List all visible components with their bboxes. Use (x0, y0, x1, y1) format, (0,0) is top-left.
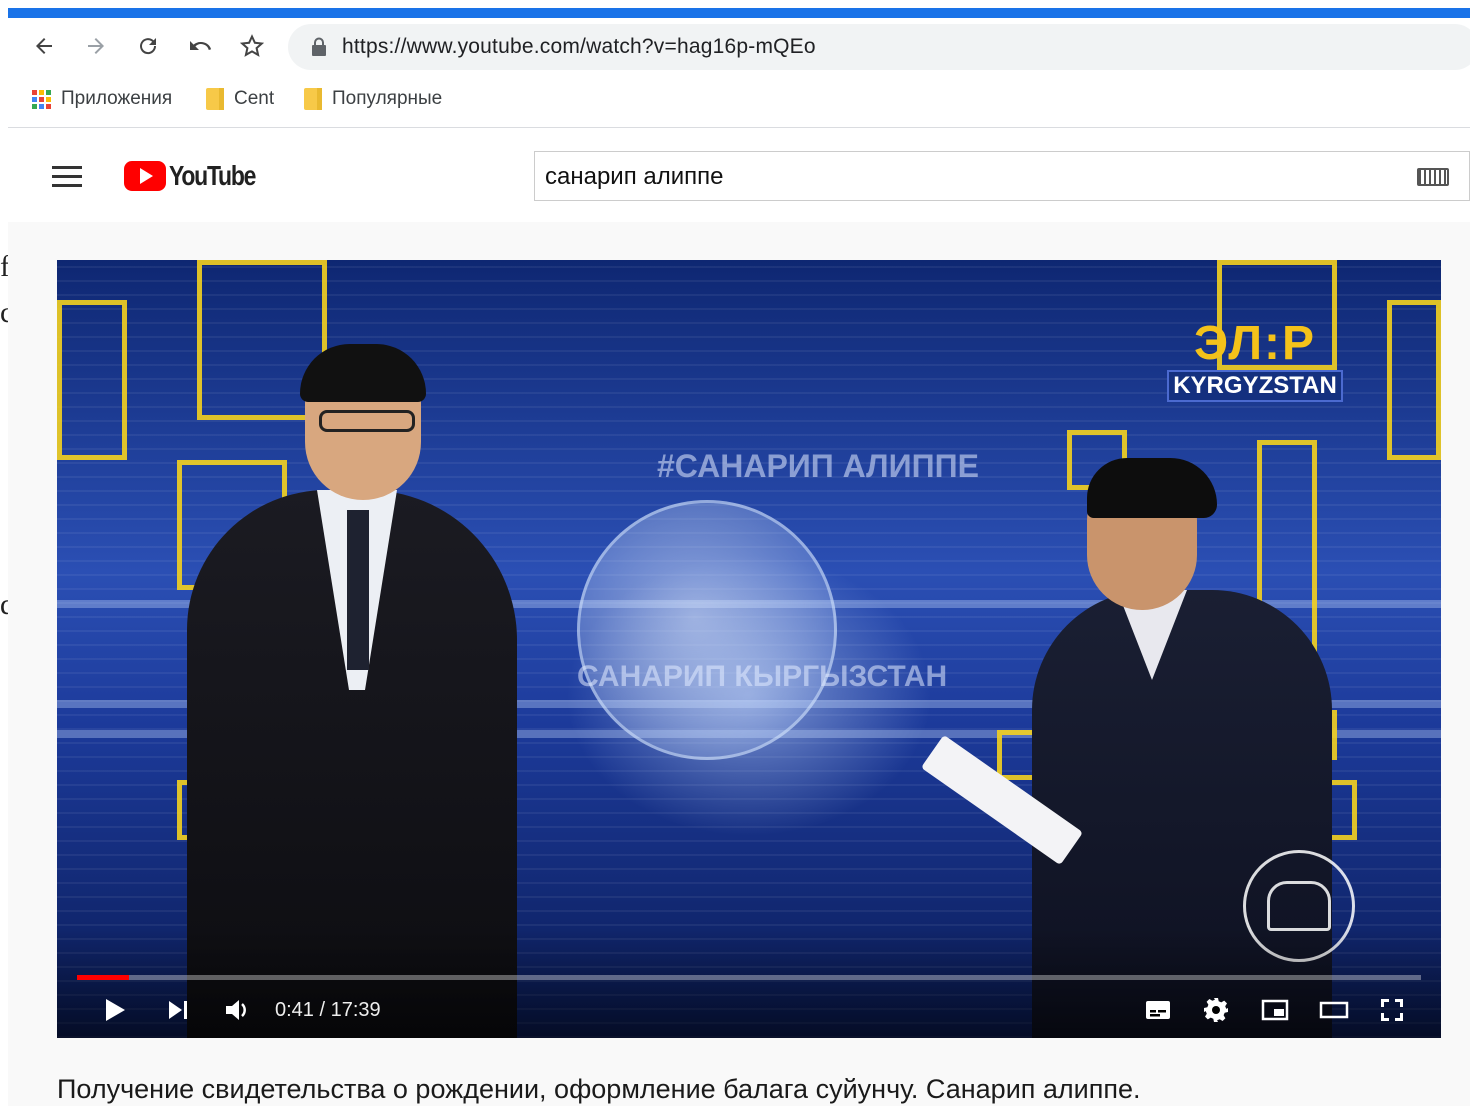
arrow-right-icon (88, 38, 104, 54)
bookmark-label: Приложения (61, 88, 173, 109)
channel-logo: ЭЛ:Р KYRGYZSTAN (1165, 320, 1345, 402)
keyboard-icon[interactable] (1417, 168, 1449, 186)
arrow-left-icon (36, 38, 52, 54)
youtube-header: YouTube санарип алиппе (8, 130, 1470, 222)
miniplayer-button[interactable] (1257, 994, 1293, 1026)
video-title: Получение свидетельства о рождении, офор… (57, 1074, 1141, 1104)
next-button[interactable] (161, 994, 195, 1026)
subtitles-button[interactable] (1141, 994, 1175, 1026)
search-query[interactable]: санарип алиппе (545, 163, 723, 191)
address-bar[interactable]: https://www.youtube.com/watch?v=hag16p-m… (288, 24, 1470, 70)
back-button[interactable] (26, 28, 62, 64)
forward-button[interactable] (78, 28, 114, 64)
folder-icon (206, 88, 224, 110)
play-button[interactable] (97, 994, 131, 1026)
settings-button[interactable] (1199, 994, 1233, 1026)
controls-gradient (57, 928, 1441, 1038)
bookmark-apps[interactable]: Приложения (32, 88, 172, 110)
youtube-logo[interactable]: YouTube (124, 160, 274, 192)
reload-icon (140, 38, 157, 55)
volume-icon (226, 1000, 246, 1020)
fullscreen-icon (1381, 999, 1403, 1021)
theater-mode-button[interactable] (1315, 994, 1353, 1026)
gear-icon (1204, 998, 1228, 1022)
progress-played (77, 975, 130, 980)
bookmark-star-button[interactable] (234, 28, 270, 64)
channel-mark: ЭЛ:Р (1194, 317, 1316, 370)
theater-icon (1319, 1001, 1349, 1019)
volume-button[interactable] (219, 994, 255, 1026)
decor-square (1387, 300, 1441, 460)
bookmark-popular[interactable]: Популярные (304, 88, 442, 110)
lock-icon (312, 37, 326, 56)
fullscreen-button[interactable] (1375, 994, 1409, 1026)
globe-graphic (577, 500, 837, 760)
youtube-logo-text: YouTube (169, 160, 256, 191)
apps-icon (32, 89, 51, 109)
overlay-caption: САНАРИП КЫРГЫЗСТАН (577, 660, 948, 693)
time-display: 0:41 / 17:39 (275, 999, 381, 1021)
browser-toolbar: https://www.youtube.com/watch?v=hag16p-m… (8, 18, 1470, 76)
bookmark-label: Cent (234, 88, 275, 109)
guest-hair (1087, 458, 1217, 518)
bookmarks-bar: Приложения Cent Популярные (8, 76, 1470, 128)
bookmark-label: Популярные (332, 88, 443, 109)
url-text[interactable]: https://www.youtube.com/watch?v=hag16p-m… (342, 35, 816, 59)
search-input[interactable]: санарип алиппе (534, 151, 1470, 201)
star-icon (240, 34, 264, 57)
channel-sub: KYRGYZSTAN (1167, 370, 1343, 402)
decor-square (57, 300, 127, 460)
progress-bar[interactable] (77, 975, 1421, 980)
presenter-tie (347, 510, 369, 670)
bookmark-cent[interactable]: Cent (206, 88, 274, 110)
youtube-play-icon (124, 161, 166, 191)
subtitles-icon (1146, 1001, 1170, 1019)
folder-icon (304, 88, 322, 110)
skip-next-icon (169, 1001, 187, 1019)
undo-icon (190, 41, 212, 50)
video-player[interactable]: #САНАРИП АЛИППЕ САНАРИП КЫРГЫЗСТАН ЭЛ:Р … (57, 260, 1441, 1038)
menu-icon[interactable] (52, 166, 82, 188)
overlay-caption: #САНАРИП АЛИППЕ (657, 448, 979, 484)
play-icon (106, 999, 125, 1021)
reload-button[interactable] (130, 28, 166, 64)
undo-button[interactable] (182, 28, 218, 64)
window-accent-bar (8, 8, 1470, 18)
miniplayer-icon (1261, 999, 1289, 1021)
emblem-icon (1267, 881, 1331, 931)
presenter-glasses (319, 410, 415, 432)
